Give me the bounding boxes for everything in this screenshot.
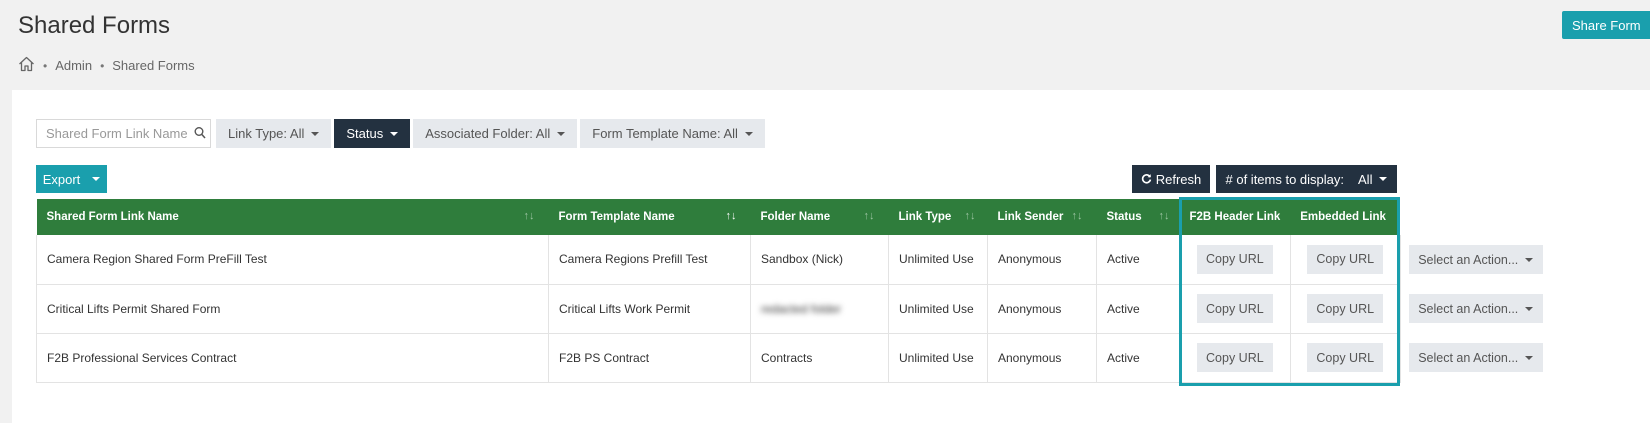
sort-icon[interactable]: ↑↓	[1159, 210, 1170, 222]
filter-bar: Link Type: All Status Associated Folder:…	[36, 119, 765, 148]
cell-link-name: F2B Professional Services Contract	[36, 333, 549, 383]
search-icon[interactable]	[194, 126, 206, 140]
search-input[interactable]	[37, 120, 210, 147]
cell-folder-name: Sandbox (Nick)	[750, 235, 889, 285]
chevron-down-icon	[1525, 257, 1534, 262]
chevron-down-icon	[311, 131, 320, 136]
cell-f2b-header-link: Copy URL	[1179, 235, 1291, 285]
chevron-down-icon	[1379, 177, 1388, 181]
chevron-down-icon	[557, 131, 566, 136]
cell-status: Active	[1096, 333, 1180, 383]
cell-actions: Select an Action...	[1400, 333, 1551, 382]
associated-folder-filter[interactable]: Associated Folder: All	[413, 119, 578, 148]
cell-f2b-header-link: Copy URL	[1179, 284, 1291, 334]
chevron-down-icon	[390, 131, 399, 136]
breadcrumb: • Admin • Shared Forms	[18, 56, 195, 75]
link-type-filter[interactable]: Link Type: All	[216, 119, 332, 148]
table-row: Critical Lifts Permit Shared Form Critic…	[36, 284, 1551, 334]
column-header-link-name[interactable]: Shared Form Link Name ↑↓	[36, 199, 549, 235]
copy-f2b-header-url-button[interactable]: Copy URL	[1196, 343, 1273, 372]
table-row: Camera Region Shared Form PreFill Test C…	[36, 235, 1551, 285]
cell-link-sender: Anonymous	[987, 284, 1097, 334]
table-header-row: Shared Form Link Name ↑↓ Form Template Na…	[36, 199, 1551, 235]
column-header-form-template[interactable]: Form Template Name ↑↓	[548, 199, 751, 235]
sort-icon[interactable]: ↑↓	[524, 210, 535, 222]
chevron-down-icon	[744, 131, 753, 136]
sort-icon[interactable]: ↑↓	[1072, 210, 1083, 222]
sort-icon[interactable]: ↑↓	[726, 210, 737, 222]
cell-link-type: Unlimited Use	[888, 284, 988, 334]
copy-f2b-header-url-button[interactable]: Copy URL	[1196, 294, 1273, 323]
cell-actions: Select an Action...	[1400, 235, 1551, 284]
sort-icon[interactable]: ↑↓	[864, 210, 875, 222]
refresh-icon	[1141, 172, 1152, 187]
column-header-status[interactable]: Status ↑↓	[1096, 199, 1180, 235]
breadcrumb-item-shared-forms: Shared Forms	[112, 58, 195, 73]
cell-actions: Select an Action...	[1400, 284, 1551, 333]
cell-link-name: Camera Region Shared Form PreFill Test	[36, 235, 549, 285]
column-header-embedded-link: Embedded Link	[1290, 199, 1401, 235]
cell-form-template: Camera Regions Prefill Test	[548, 235, 751, 285]
chevron-down-icon	[92, 177, 101, 181]
breadcrumb-separator: •	[43, 58, 48, 73]
cell-form-template: Critical Lifts Work Permit	[548, 284, 751, 334]
cell-link-name: Critical Lifts Permit Shared Form	[36, 284, 549, 334]
cell-status: Active	[1096, 284, 1180, 334]
column-header-link-sender[interactable]: Link Sender ↑↓	[987, 199, 1097, 235]
cell-link-sender: Anonymous	[987, 333, 1097, 383]
chevron-down-icon	[1525, 355, 1534, 360]
home-icon[interactable]	[18, 56, 35, 75]
select-action-dropdown[interactable]: Select an Action...	[1408, 294, 1543, 323]
share-form-button[interactable]: Share Form	[1562, 11, 1650, 39]
refresh-button[interactable]: Refresh	[1132, 165, 1210, 193]
form-template-filter[interactable]: Form Template Name: All	[580, 119, 765, 148]
status-filter[interactable]: Status	[334, 119, 411, 148]
shared-forms-table: Shared Form Link Name ↑↓ Form Template Na…	[36, 199, 1551, 383]
page-title: Shared Forms	[18, 12, 171, 39]
copy-embedded-url-button[interactable]: Copy URL	[1307, 343, 1384, 372]
cell-link-type: Unlimited Use	[888, 333, 988, 383]
cell-f2b-header-link: Copy URL	[1179, 333, 1291, 383]
column-header-f2b-header-link: F2B Header Link	[1179, 199, 1291, 235]
search-box	[36, 119, 211, 148]
column-header-folder-name[interactable]: Folder Name ↑↓	[750, 199, 889, 235]
copy-embedded-url-button[interactable]: Copy URL	[1307, 244, 1384, 274]
export-button[interactable]: Export	[36, 165, 107, 193]
cell-link-type: Unlimited Use	[888, 235, 988, 285]
copy-embedded-url-button[interactable]: Copy URL	[1307, 294, 1384, 323]
cell-link-sender: Anonymous	[987, 235, 1097, 285]
select-action-dropdown[interactable]: Select an Action...	[1408, 245, 1543, 274]
cell-folder-name: redacted folder	[750, 284, 889, 334]
select-action-dropdown[interactable]: Select an Action...	[1408, 343, 1543, 372]
cell-embedded-link: Copy URL	[1290, 333, 1401, 383]
table-row: F2B Professional Services Contract F2B P…	[36, 333, 1551, 383]
items-to-display-dropdown[interactable]: # of items to display: All	[1216, 165, 1397, 193]
copy-f2b-header-url-button[interactable]: Copy URL	[1196, 244, 1273, 274]
sort-icon[interactable]: ↑↓	[965, 210, 976, 222]
breadcrumb-item-admin[interactable]: Admin	[55, 58, 92, 73]
cell-form-template: F2B PS Contract	[548, 333, 751, 383]
cell-embedded-link: Copy URL	[1290, 235, 1401, 285]
cell-folder-name: Contracts	[750, 333, 889, 383]
column-header-link-type[interactable]: Link Type ↑↓	[888, 199, 988, 235]
breadcrumb-separator: •	[100, 58, 105, 73]
chevron-down-icon	[1525, 306, 1534, 311]
column-header-actions	[1400, 199, 1550, 235]
cell-embedded-link: Copy URL	[1290, 284, 1401, 334]
cell-status: Active	[1096, 235, 1180, 285]
